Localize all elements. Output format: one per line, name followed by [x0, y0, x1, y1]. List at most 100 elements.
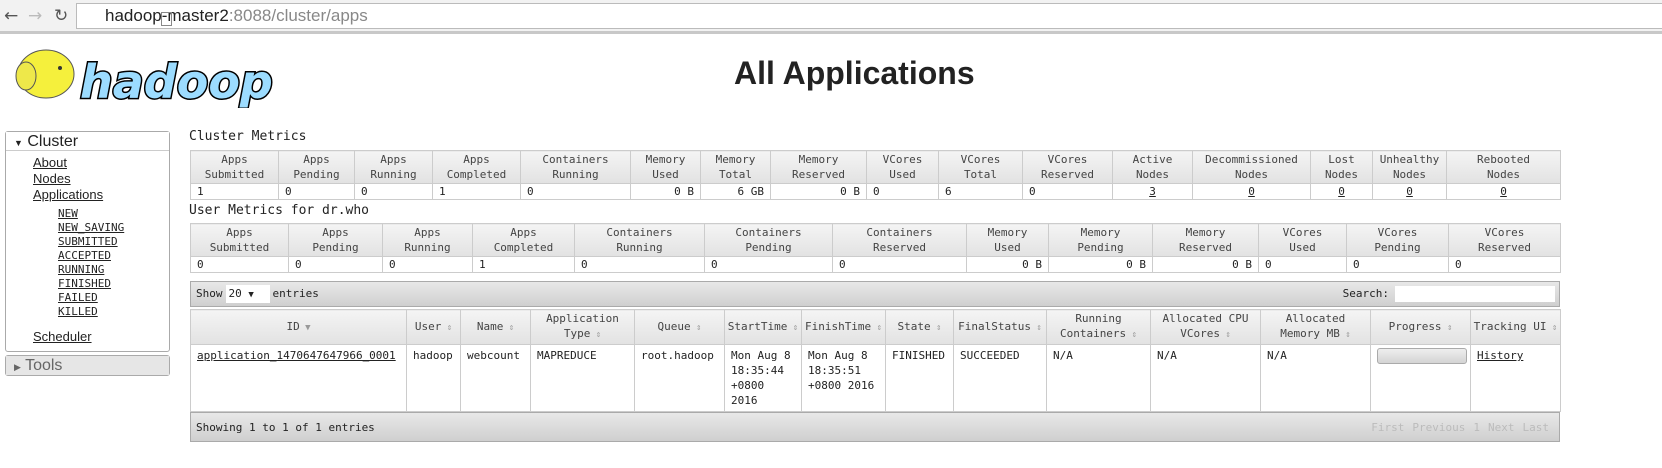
column-header[interactable]: User ⇕	[406, 309, 461, 345]
sidebar-state-accepted[interactable]: ACCEPTED	[6, 249, 169, 263]
metric-header-text: Apps	[322, 226, 349, 239]
metric-header-text: Memory	[798, 153, 839, 166]
metric-header-text: Pending	[312, 241, 359, 254]
pagination: First Previous 1 Next Last	[1363, 413, 1549, 443]
metric-header-text: Running	[404, 241, 451, 254]
browser-toolbar: ← → ↻ hadoop-master2:8088/cluster/apps	[0, 0, 1662, 34]
column-header[interactable]: StartTime ⇕	[724, 309, 802, 345]
metric-header-text: Nodes	[1324, 168, 1359, 181]
metric-header-text: Reserved	[792, 168, 845, 181]
metric-link[interactable]: 0	[1338, 185, 1345, 198]
application-link[interactable]: application_1470647647966_0001	[197, 349, 396, 362]
history-link[interactable]: History	[1477, 349, 1523, 362]
sidebar: ▼ Cluster About Nodes Applications NEW N…	[5, 131, 170, 376]
metric-header-text: Apps	[303, 153, 330, 166]
metric-value: 0	[1446, 183, 1561, 200]
entries-info: Showing 1 to 1 of 1 entries	[196, 421, 375, 434]
column-header[interactable]: Name ⇕	[460, 309, 531, 345]
metric-header: Memory Total	[700, 150, 771, 184]
metric-header-text: Pending	[745, 241, 792, 254]
column-header[interactable]: ID ▼	[190, 309, 407, 345]
page-icon	[161, 12, 172, 26]
cluster-section-toggle[interactable]: ▼ Cluster	[6, 132, 169, 151]
metric-header-text: Used	[652, 168, 679, 181]
cluster-label: Cluster	[27, 133, 79, 150]
metric-value: 0	[1258, 256, 1347, 273]
column-header-label: ID	[286, 319, 300, 333]
search-input[interactable]	[1395, 286, 1555, 302]
back-icon[interactable]: ←	[4, 6, 18, 26]
sidebar-item-applications[interactable]: Applications	[6, 187, 169, 203]
user-metrics-table: Apps Submitted Apps Pending Apps Running Apps C…	[190, 223, 1561, 273]
sidebar-state-new[interactable]: NEW	[6, 207, 169, 221]
address-bar[interactable]: hadoop-master2:8088/cluster/apps	[76, 3, 1662, 29]
forward-icon[interactable]: →	[28, 6, 42, 26]
metric-header: Apps Running	[382, 223, 473, 257]
column-header[interactable]: Progress ⇕	[1370, 309, 1471, 345]
metric-value: 0 B	[966, 256, 1049, 273]
metric-header-text: VCores	[1282, 226, 1323, 239]
sidebar-item-about[interactable]: About	[6, 155, 169, 171]
metric-header-text: Apps	[463, 153, 490, 166]
column-header[interactable]: FinishTime ⇕	[801, 309, 886, 345]
sidebar-item-nodes[interactable]: Nodes	[6, 171, 169, 187]
cell-start: Mon Aug 8 18:35:44 +0800 2016	[724, 344, 802, 412]
cell-mem: N/A	[1260, 344, 1371, 412]
sidebar-state-new-saving[interactable]: NEW_SAVING	[6, 221, 169, 235]
column-header[interactable]: Application Type ⇕	[530, 309, 635, 345]
page-size-select[interactable]: 20 ▼	[225, 285, 270, 303]
previous-page-button[interactable]: Previous	[1412, 421, 1465, 434]
metric-header-text: Memory	[715, 153, 756, 166]
metric-header-text: Running	[616, 241, 663, 254]
applications-datatable: Show 20 ▼ entries Search: ID ▼ User ⇕ Name ⇕…	[190, 281, 1561, 443]
first-page-button[interactable]: First	[1371, 421, 1404, 434]
column-header-label: State	[897, 319, 931, 333]
column-header[interactable]: Allocated CPU VCores ⇕	[1150, 309, 1261, 345]
metric-header-text: Reserved	[1179, 241, 1232, 254]
metric-value: 0	[1372, 183, 1447, 200]
metric-header-text: Used	[889, 168, 916, 181]
metric-value: 0	[278, 183, 355, 200]
column-header[interactable]: Allocated Memory MB ⇕	[1260, 309, 1371, 345]
cell-name: webcount	[460, 344, 531, 412]
metric-link[interactable]: 3	[1149, 185, 1156, 198]
sidebar-item-scheduler[interactable]: Scheduler	[6, 329, 169, 345]
sort-icon: ⇕	[690, 322, 702, 333]
metric-header-text: Containers	[606, 226, 673, 239]
sort-icon: ⇕	[1126, 330, 1138, 340]
column-header[interactable]: Queue ⇕	[634, 309, 725, 345]
metric-link[interactable]: 0	[1248, 185, 1255, 198]
page-size-value: 20	[228, 287, 242, 300]
cluster-section: ▼ Cluster About Nodes Applications NEW N…	[5, 131, 170, 352]
metric-header: Apps Running	[354, 150, 433, 184]
metric-header: Apps Completed	[472, 223, 575, 257]
metric-header: Active Nodes	[1112, 150, 1193, 184]
sidebar-state-running[interactable]: RUNNING	[6, 263, 169, 277]
metric-header-text: Memory	[987, 226, 1028, 239]
sidebar-state-killed[interactable]: KILLED	[6, 305, 169, 319]
column-header[interactable]: State ⇕	[885, 309, 954, 345]
cell-id: application_1470647647966_0001	[190, 344, 407, 412]
metric-link[interactable]: 0	[1500, 185, 1507, 198]
metric-link[interactable]: 0	[1406, 185, 1413, 198]
metric-header-text: Used	[994, 241, 1021, 254]
last-page-button[interactable]: Last	[1523, 421, 1550, 434]
column-header[interactable]: Tracking UI ⇕	[1470, 309, 1561, 345]
next-page-button[interactable]: Next	[1488, 421, 1515, 434]
tools-section-toggle[interactable]: ▶ Tools	[6, 356, 169, 375]
metric-value: 0	[190, 256, 289, 273]
metric-header-text: Total	[718, 168, 753, 181]
column-header[interactable]: Running Containers ⇕	[1046, 309, 1151, 345]
metric-value: 0	[704, 256, 833, 273]
column-header[interactable]: FinalStatus ⇕	[953, 309, 1047, 345]
metric-header: Rebooted Nodes	[1446, 150, 1561, 184]
reload-icon[interactable]: ↻	[54, 6, 68, 26]
sidebar-state-submitted[interactable]: SUBMITTED	[6, 235, 169, 249]
column-header-label: FinalStatus	[958, 319, 1031, 333]
cell-type: MAPREDUCE	[530, 344, 635, 412]
page-1-button[interactable]: 1	[1473, 421, 1480, 434]
sort-icon: ⇕	[441, 322, 453, 333]
sidebar-state-failed[interactable]: FAILED	[6, 291, 169, 305]
sidebar-state-finished[interactable]: FINISHED	[6, 277, 169, 291]
metric-header-text: Memory	[1080, 226, 1121, 239]
